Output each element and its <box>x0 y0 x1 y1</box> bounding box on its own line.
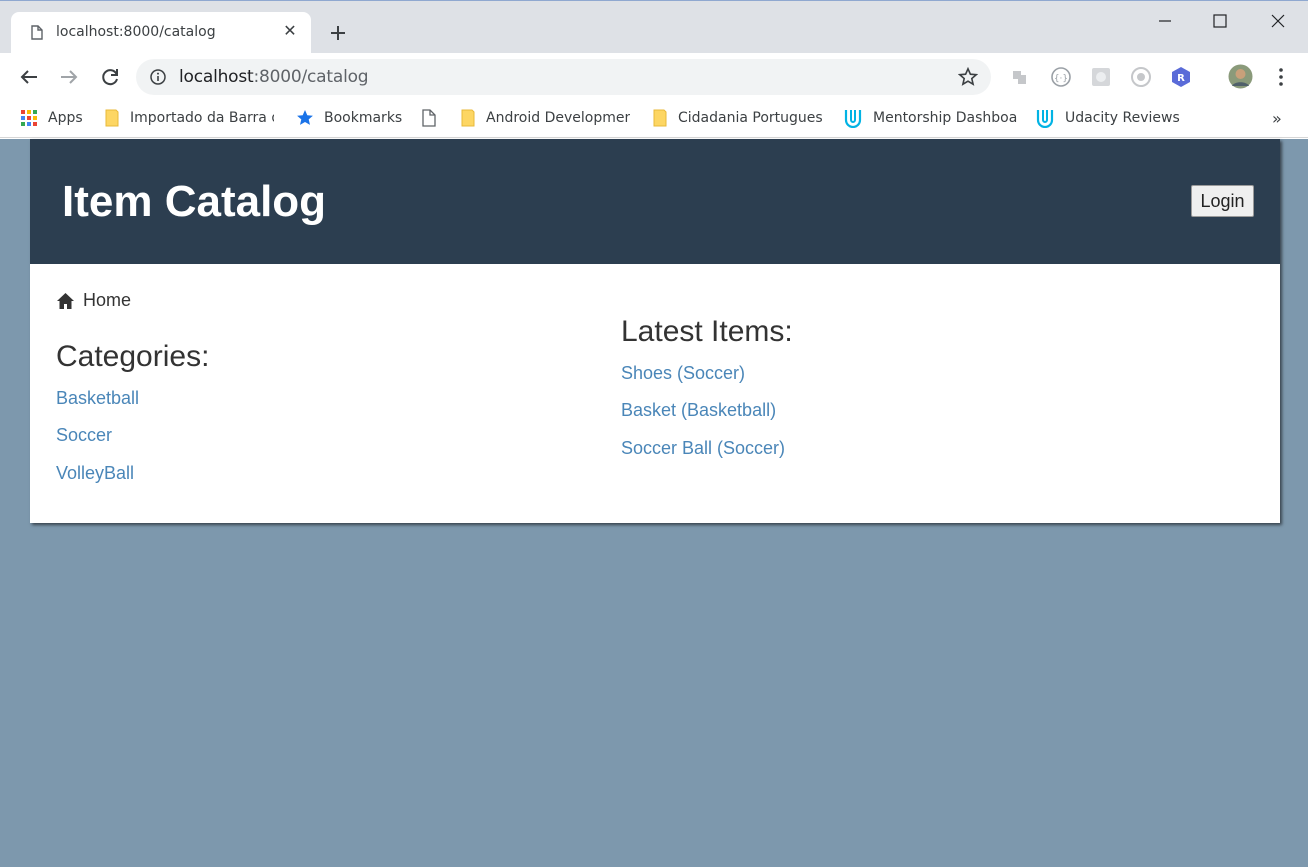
apps-grid-icon <box>21 110 37 126</box>
breadcrumb-home-label: Home <box>83 290 132 310</box>
tab-title: localhost:8000/catalog <box>56 24 216 40</box>
tab-strip: localhost:8000/catalog ✕ <box>0 0 1308 54</box>
latest-item-link[interactable]: Basket (Basketball) <box>621 400 776 421</box>
menu-kebab-icon[interactable] <box>1270 66 1292 88</box>
category-link[interactable]: Basketball <box>56 388 139 409</box>
bookmarks-more-button[interactable]: » <box>1272 108 1292 128</box>
bookmark-cidadania[interactable]: Cidadania Portugues <box>652 108 824 128</box>
url-path: :8000/catalog <box>253 67 369 87</box>
browser-toolbar: localhost:8000/catalog {·} R <box>0 53 1308 100</box>
browser-chrome: localhost:8000/catalog ✕ localhost:8000/… <box>0 0 1308 139</box>
address-bar[interactable]: localhost:8000/catalog <box>136 59 991 95</box>
bookmark-label: Android Developmen <box>486 110 630 126</box>
udacity-icon <box>1036 110 1054 128</box>
extension-box-icon[interactable] <box>1090 66 1112 88</box>
avatar[interactable] <box>1228 64 1253 89</box>
site-header: Item Catalog Login <box>30 139 1280 264</box>
bookmark-label: Cidadania Portugues <box>678 110 823 126</box>
bookmark-android[interactable]: Android Developmen <box>460 108 630 128</box>
category-link[interactable]: Soccer <box>56 425 112 446</box>
extension-target-icon[interactable] <box>1130 66 1152 88</box>
udacity-icon <box>844 110 862 128</box>
bookmark-udacity-reviews[interactable]: Udacity Reviews <box>1035 108 1185 128</box>
latest-item-link[interactable]: Soccer Ball (Soccer) <box>621 438 785 459</box>
extension-puzzle-icon[interactable] <box>1010 66 1032 88</box>
svg-text:R: R <box>1177 73 1185 84</box>
bookmark-star-icon[interactable] <box>957 66 979 92</box>
bookmark-label: Apps <box>48 110 83 126</box>
category-link[interactable]: VolleyBall <box>56 463 134 484</box>
browser-tab[interactable]: localhost:8000/catalog ✕ <box>11 12 311 54</box>
home-icon <box>57 292 74 309</box>
latest-item-link[interactable]: Shoes (Soccer) <box>621 363 745 384</box>
folder-icon <box>461 109 475 127</box>
minimize-icon[interactable] <box>1150 9 1180 33</box>
folder-icon <box>105 109 119 127</box>
url-host: localhost <box>179 67 254 87</box>
back-icon[interactable] <box>17 65 41 89</box>
info-icon[interactable] <box>150 69 166 90</box>
url-text[interactable]: localhost:8000/catalog <box>179 67 369 87</box>
extension-json-icon[interactable]: {·} <box>1050 66 1072 88</box>
reload-icon[interactable] <box>98 65 122 89</box>
new-tab-icon[interactable] <box>326 21 350 45</box>
close-icon[interactable]: ✕ <box>281 23 299 41</box>
window-close-icon[interactable] <box>1263 9 1293 33</box>
bookmark-page[interactable] <box>422 108 442 128</box>
page-icon <box>31 25 43 45</box>
breadcrumb-home[interactable]: Home <box>56 290 131 311</box>
svg-text:{·}: {·} <box>1054 74 1068 84</box>
star-icon <box>297 110 313 125</box>
page-title: Item Catalog <box>62 177 327 226</box>
bookmark-apps[interactable]: Apps <box>20 108 90 128</box>
login-button[interactable]: Login <box>1191 185 1254 217</box>
extension-r-icon[interactable]: R <box>1170 66 1192 88</box>
catalog-card: Item Catalog Login Home Categories: Bask… <box>30 139 1280 523</box>
folder-icon <box>653 109 667 127</box>
bookmark-label: Mentorship Dashboa <box>873 110 1018 126</box>
bookmark-label: Bookmarks <box>324 110 403 126</box>
forward-icon[interactable] <box>57 65 81 89</box>
latest-items-title: Latest Items: <box>621 315 793 348</box>
bookmark-label: Importado da Barra d <box>130 110 274 126</box>
bookmark-importado[interactable]: Importado da Barra d <box>104 108 274 128</box>
page-icon <box>422 109 436 127</box>
bookmark-bookmarks[interactable]: Bookmarks <box>296 108 406 128</box>
bookmark-label: Udacity Reviews <box>1065 110 1180 126</box>
bookmarks-bar: Apps Importado da Barra d Bookmarks Andr… <box>0 100 1308 138</box>
categories-title: Categories: <box>56 340 210 373</box>
maximize-icon[interactable] <box>1205 9 1235 33</box>
bookmark-mentorship[interactable]: Mentorship Dashboa <box>843 108 1018 128</box>
